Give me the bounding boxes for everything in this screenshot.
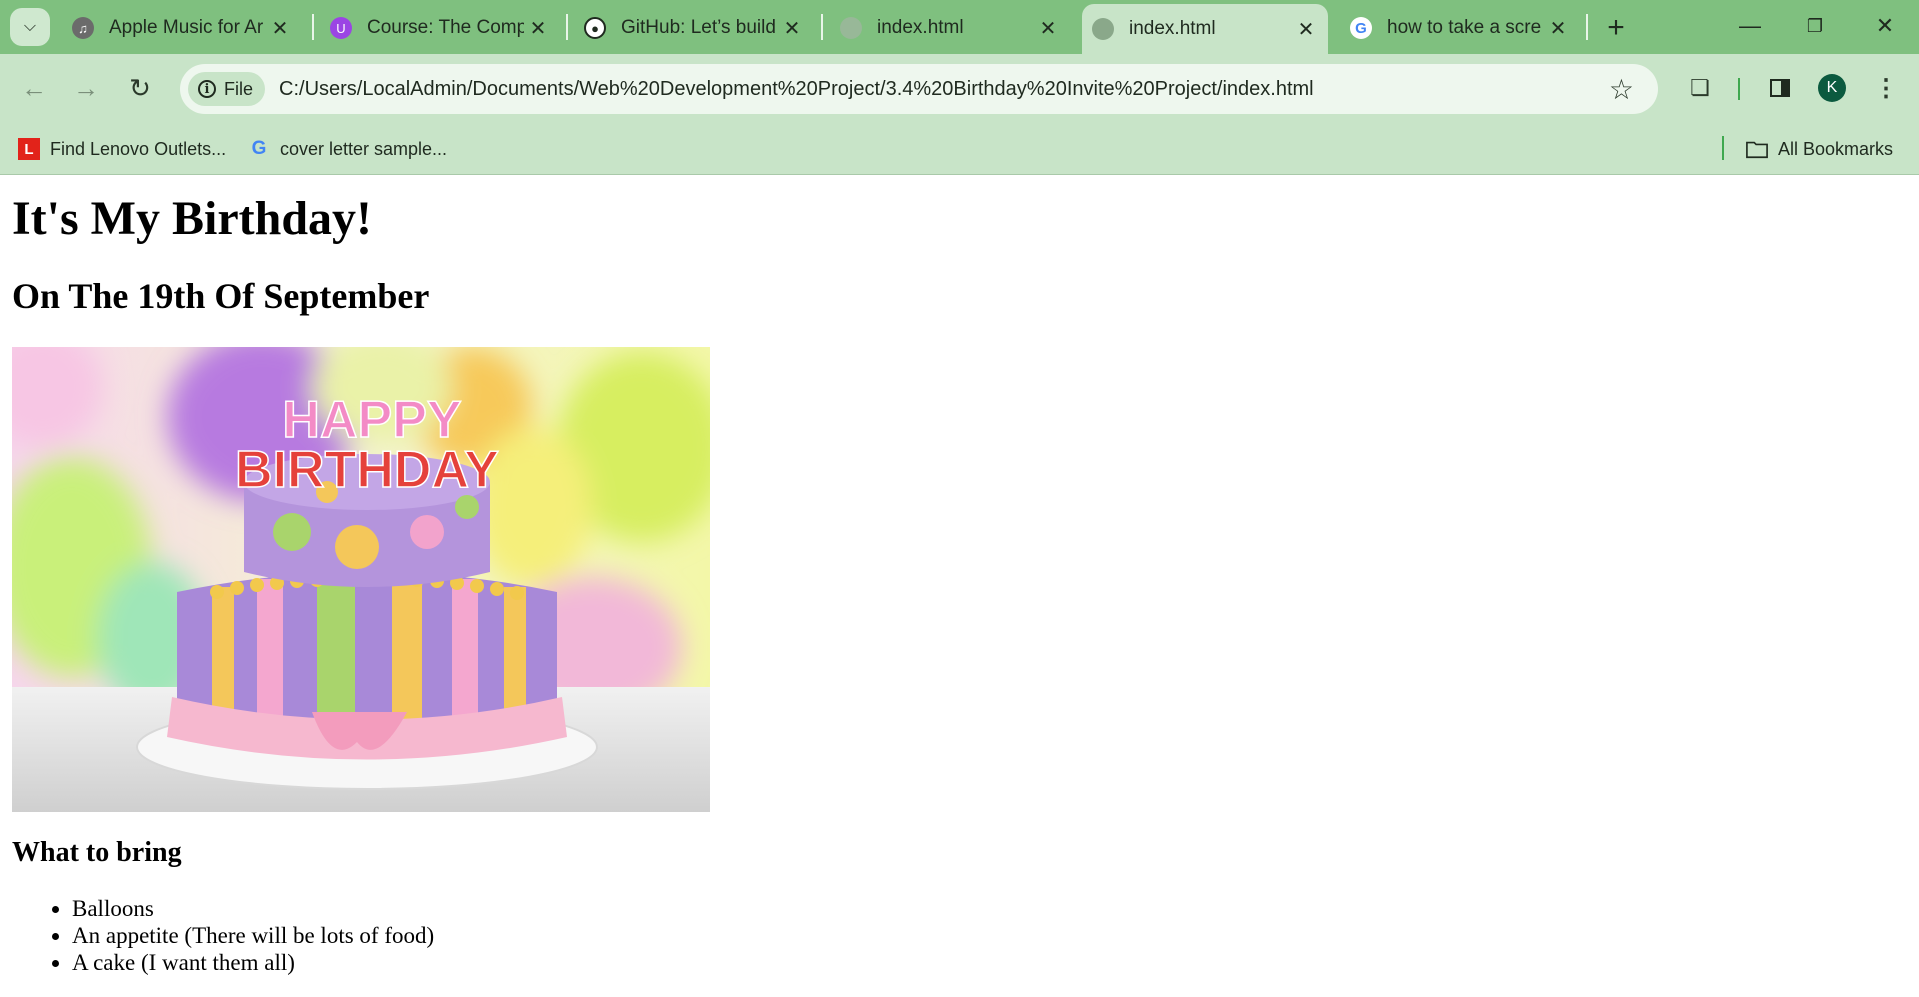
- site-info-chip[interactable]: i File: [188, 72, 266, 106]
- close-icon[interactable]: ✕: [778, 14, 806, 42]
- tab-title: GitHub: Let’s build: [621, 17, 776, 38]
- cake-lettering-birthday: BIRTHDAY: [235, 441, 499, 499]
- close-window-button[interactable]: ✕: [1855, 4, 1915, 48]
- tab-title: index.html: [877, 17, 964, 38]
- tab-separator: [1586, 14, 1588, 40]
- close-icon[interactable]: ✕: [1034, 14, 1062, 42]
- menu-button[interactable]: ⋮: [1866, 68, 1906, 108]
- tab-index-html-active[interactable]: index.html ✕: [1082, 4, 1328, 54]
- close-icon[interactable]: ✕: [1544, 14, 1572, 42]
- list-title: What to bring: [12, 837, 182, 868]
- tab-separator: [566, 14, 568, 40]
- chevron-down-icon: ⌵: [23, 18, 37, 35]
- bookmarks-separator: [1722, 136, 1724, 160]
- side-panel-icon: [1770, 79, 1790, 97]
- tab-separator: [821, 14, 823, 40]
- globe-icon: [840, 17, 862, 39]
- folder-icon: [1746, 138, 1768, 160]
- tab-google-search[interactable]: G how to take a scre ✕: [1340, 8, 1580, 48]
- url-text[interactable]: C:/Users/LocalAdmin/Documents/Web%20Deve…: [279, 78, 1314, 101]
- puzzle-icon: ❏: [1690, 75, 1710, 100]
- new-tab-button[interactable]: +: [1596, 8, 1636, 48]
- close-icon[interactable]: ✕: [524, 14, 552, 42]
- toolbar-separator: [1738, 78, 1740, 100]
- extensions-button[interactable]: ❏: [1680, 68, 1720, 108]
- page-title: It's My Birthday!: [12, 192, 372, 245]
- bookmark-cover-letter[interactable]: G cover letter sample...: [248, 134, 447, 164]
- close-icon[interactable]: ✕: [266, 14, 294, 42]
- udemy-icon: U: [330, 17, 352, 39]
- minimize-button[interactable]: —: [1720, 4, 1780, 48]
- tab-github[interactable]: ● GitHub: Let’s build ✕: [574, 8, 814, 48]
- list-item: An appetite (There will be lots of food): [72, 922, 434, 949]
- back-button[interactable]: ←: [14, 68, 54, 108]
- reload-button[interactable]: ↻: [120, 68, 160, 108]
- list-item: Balloons: [72, 895, 434, 922]
- back-arrow-icon: ←: [21, 72, 47, 103]
- birthday-cake-image: HAPPY BIRTHDAY: [12, 347, 710, 812]
- restore-icon: ❐: [1806, 15, 1824, 36]
- minimize-icon: —: [1739, 13, 1761, 38]
- all-bookmarks-button[interactable]: All Bookmarks: [1746, 134, 1893, 164]
- apple-music-icon: ♫: [72, 17, 94, 39]
- google-icon: G: [1350, 17, 1372, 39]
- page-subtitle: On The 19th Of September: [12, 276, 430, 316]
- bookmark-lenovo[interactable]: L Find Lenovo Outlets...: [18, 134, 226, 164]
- github-icon: ●: [584, 17, 606, 39]
- tab-title: Apple Music for Ar: [109, 17, 264, 38]
- page-content: It's My Birthday! On The 19th Of Septemb…: [0, 175, 1919, 997]
- restore-button[interactable]: ❐: [1785, 4, 1845, 48]
- bookmark-label: Find Lenovo Outlets...: [50, 138, 227, 159]
- bring-list: Balloons An appetite (There will be lots…: [12, 895, 434, 976]
- forward-button[interactable]: →: [66, 68, 106, 108]
- address-bar[interactable]: i File C:/Users/LocalAdmin/Documents/Web…: [180, 64, 1658, 114]
- side-panel-button[interactable]: [1760, 68, 1800, 108]
- close-icon: ✕: [1875, 13, 1895, 38]
- tab-strip: ⌵ ♫ Apple Music for Ar ✕ U Course: The C…: [0, 0, 1919, 54]
- google-icon: G: [251, 138, 267, 159]
- plus-icon: +: [1607, 11, 1625, 44]
- bookmark-star-icon[interactable]: ☆: [1609, 73, 1634, 106]
- close-icon[interactable]: ✕: [1292, 15, 1320, 43]
- tab-title: index.html: [1129, 18, 1216, 39]
- all-bookmarks-label: All Bookmarks: [1778, 138, 1894, 159]
- list-item: A cake (I want them all): [72, 949, 434, 976]
- cake-illustration: HAPPY BIRTHDAY: [12, 347, 710, 812]
- globe-icon: [1092, 18, 1114, 40]
- lenovo-icon: L: [18, 138, 40, 160]
- profile-button[interactable]: K: [1812, 68, 1852, 108]
- tab-separator: [312, 14, 314, 40]
- info-icon: i: [198, 80, 216, 98]
- avatar: K: [1818, 74, 1846, 102]
- site-info-label: File: [224, 78, 254, 99]
- bookmarks-bar: L Find Lenovo Outlets... G cover letter …: [0, 124, 1919, 175]
- tab-title: how to take a scre: [1387, 17, 1542, 38]
- tab-course[interactable]: U Course: The Comp ✕: [320, 8, 560, 48]
- tab-apple-music[interactable]: ♫ Apple Music for Ar ✕: [62, 8, 302, 48]
- more-vertical-icon: ⋮: [1874, 74, 1898, 102]
- tab-index-html-1[interactable]: index.html ✕: [830, 8, 1070, 48]
- browser-toolbar: ← → ↻ i File C:/Users/LocalAdmin/Documen…: [0, 54, 1919, 124]
- tab-search-button[interactable]: ⌵: [10, 8, 50, 46]
- tab-title: Course: The Comp: [367, 17, 524, 38]
- reload-icon: ↻: [129, 72, 151, 103]
- forward-arrow-icon: →: [73, 72, 99, 103]
- bookmark-label: cover letter sample...: [280, 138, 448, 159]
